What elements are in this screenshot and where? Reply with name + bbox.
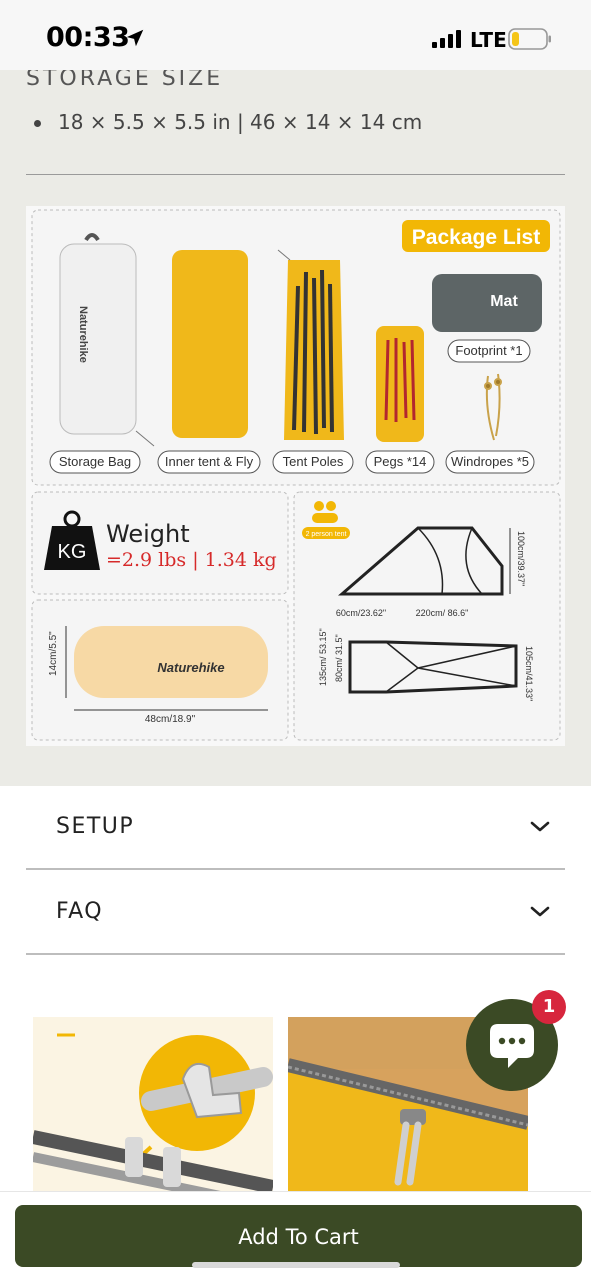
kg-label: KG xyxy=(58,541,87,563)
signal-icon xyxy=(432,30,461,48)
chat-bubble-icon xyxy=(490,1024,534,1068)
chevron-down-icon xyxy=(530,906,550,917)
bag-brand-side: Naturehike xyxy=(157,660,224,675)
item-label: Storage Bag xyxy=(59,454,131,469)
battery-icon xyxy=(508,28,551,50)
item-label: Inner tent & Fly xyxy=(165,454,254,469)
floor-foot-label: 80cm/ 31.5" xyxy=(334,634,344,682)
floor-width-label: 135cm/ 53.15" xyxy=(318,628,328,686)
inner-tent-illustration xyxy=(172,250,248,438)
bullet xyxy=(34,120,41,127)
chevron-down-icon xyxy=(530,821,550,832)
add-to-cart-button[interactable]: Add To Cart xyxy=(15,1205,582,1267)
bag-brand: Naturehike xyxy=(77,306,89,363)
chat-notification-badge: 1 xyxy=(532,990,566,1024)
mat-label: Mat xyxy=(490,293,518,310)
accordion-faq[interactable]: FAQ xyxy=(26,871,565,955)
weight-value: =2.9 lbs | 1.34 kg xyxy=(106,549,277,571)
tent-badge: 2 person tent xyxy=(306,531,347,538)
accordion-faq-label: FAQ xyxy=(56,899,104,924)
tent-length-label: 220cm/ 86.6" xyxy=(416,608,469,618)
package-list-header: Package List xyxy=(412,226,540,249)
tent-poles-illustration xyxy=(277,249,344,440)
item-label: Footprint *1 xyxy=(455,343,522,358)
divider xyxy=(26,174,565,175)
storage-section: STORAGE SIZE 18 × 5.5 × 5.5 in | 46 × 14… xyxy=(0,66,591,786)
divider xyxy=(26,953,565,955)
item-label: Tent Poles xyxy=(283,454,344,469)
item-label: Windropes *5 xyxy=(451,454,529,469)
footprint-mat-illustration: Mat xyxy=(432,274,542,332)
bag-height-label: 14cm/5.5" xyxy=(48,631,59,676)
item-label: Pegs *14 xyxy=(374,454,427,469)
bag-length-label: 48cm/18.9" xyxy=(145,714,196,725)
home-indicator xyxy=(192,1262,400,1268)
divider xyxy=(26,868,565,870)
product-image-hook[interactable] xyxy=(33,1017,273,1192)
storage-dimensions: 18 × 5.5 × 5.5 in | 46 × 14 × 14 cm xyxy=(58,110,423,134)
accordion-setup[interactable]: SETUP xyxy=(26,786,565,870)
pegs-illustration xyxy=(376,326,424,442)
location-arrow-icon xyxy=(126,29,144,47)
tent-vestibule-label: 60cm/23.62" xyxy=(336,608,386,618)
weight-label: Weight xyxy=(106,520,190,548)
floor-head-label: 105cm/41.33" xyxy=(524,646,534,701)
status-time: 00:33 xyxy=(46,22,130,53)
network-type: LTE xyxy=(470,28,507,52)
accordion-setup-label: SETUP xyxy=(56,814,135,839)
tent-height-label: 100cm/39.37" xyxy=(516,531,526,586)
status-bar: 00:33 LTE xyxy=(0,0,591,70)
package-list-image: Package List Naturehike Mat Storage Bag … xyxy=(26,206,565,746)
